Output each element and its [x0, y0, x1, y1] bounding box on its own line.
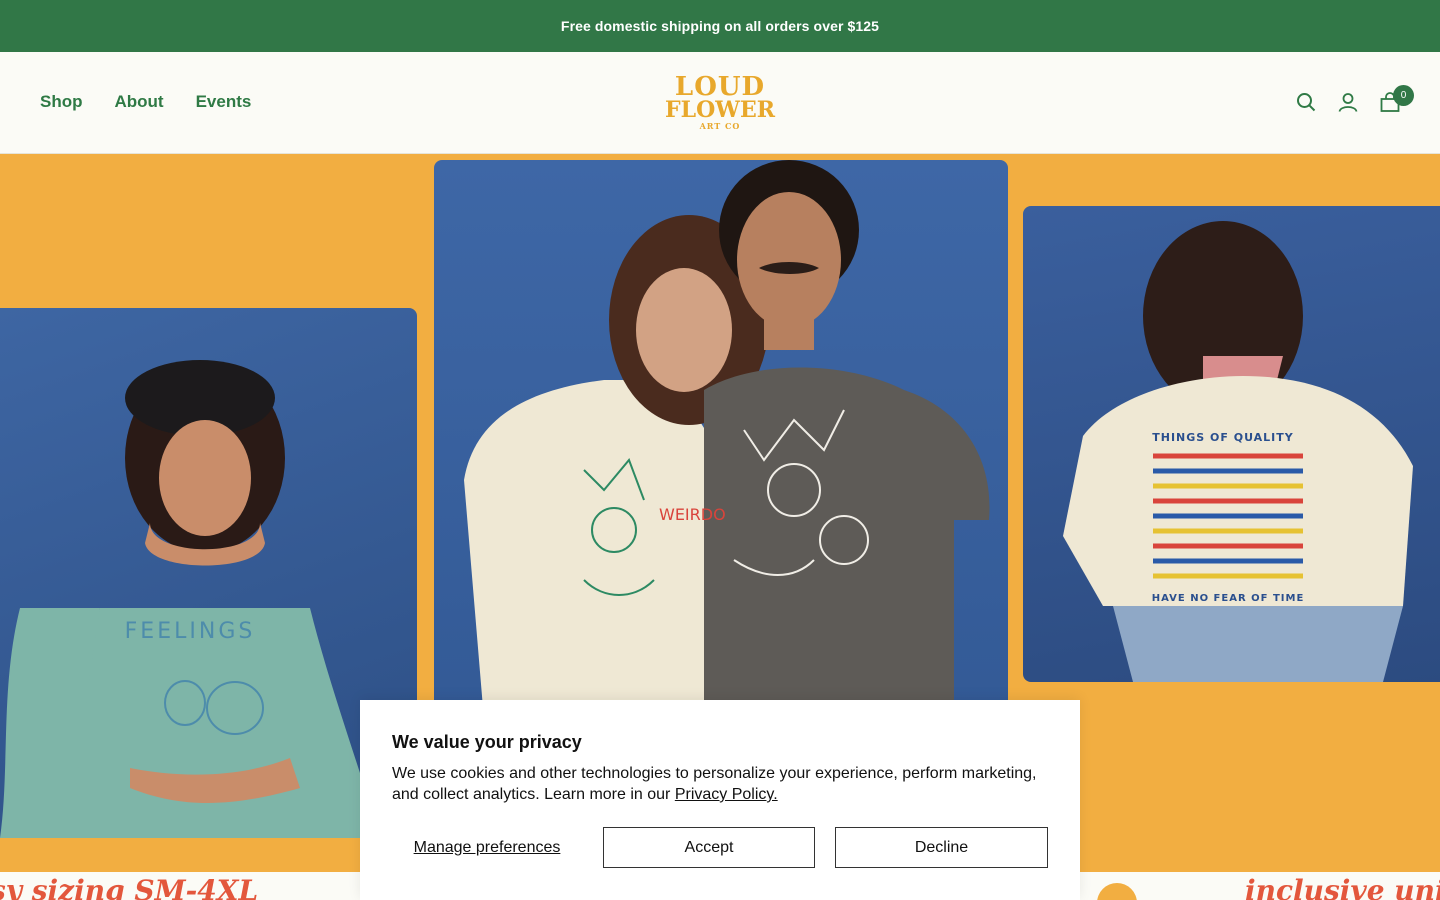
hero-photo-left: FEELINGS: [0, 308, 417, 838]
nav-events[interactable]: Events: [196, 92, 252, 112]
cookie-actions: Manage preferences Accept Decline: [392, 827, 1048, 868]
cart-count-badge: 0: [1393, 85, 1414, 106]
announcement-bar: Free domestic shipping on all orders ove…: [0, 0, 1440, 52]
cookie-title: We value your privacy: [392, 732, 582, 752]
right-shirt-bottom-text: HAVE NO FEAR OF TIME: [1152, 593, 1305, 604]
logo-line-2: FLOWER: [664, 97, 775, 123]
decline-button[interactable]: Decline: [835, 827, 1048, 868]
site-logo[interactable]: LOUD FLOWER ART CO: [660, 74, 780, 132]
manage-preferences-button[interactable]: Manage preferences: [392, 827, 582, 868]
header-icons: [1296, 52, 1400, 152]
center-shirt-text: WEIRDO: [659, 505, 726, 524]
main-nav: Shop About Events: [40, 52, 251, 152]
announcement-text: Free domestic shipping on all orders ove…: [560, 18, 880, 34]
right-shirt-top-text: THINGS OF QUALITY: [1152, 431, 1294, 444]
accept-button[interactable]: Accept: [603, 827, 815, 868]
left-shirt-text: FEELINGS: [125, 619, 256, 644]
hero-photo-center: WEIRDO: [434, 160, 1008, 720]
logo-line-3: ART CO: [699, 121, 741, 131]
hero-photo-right: THINGS OF QUALITY HAVE NO FEAR OF TIME: [1023, 206, 1440, 682]
search-icon[interactable]: [1296, 92, 1316, 112]
privacy-policy-link[interactable]: Privacy Policy.: [675, 786, 778, 803]
ticker-text-2: inclusive unis: [1245, 874, 1440, 900]
nav-about[interactable]: About: [115, 92, 164, 112]
sun-icon: [1092, 876, 1142, 900]
nav-shop[interactable]: Shop: [40, 92, 83, 112]
ticker-text-1: sy sizing SM-4XL: [0, 874, 259, 900]
cookie-banner: We value your privacy We use cookies and…: [360, 700, 1080, 900]
user-icon[interactable]: [1338, 92, 1358, 112]
cookie-body: We use cookies and other technologies to…: [392, 763, 1048, 805]
site-header: Shop About Events LOUD FLOWER ART CO: [0, 52, 1440, 154]
